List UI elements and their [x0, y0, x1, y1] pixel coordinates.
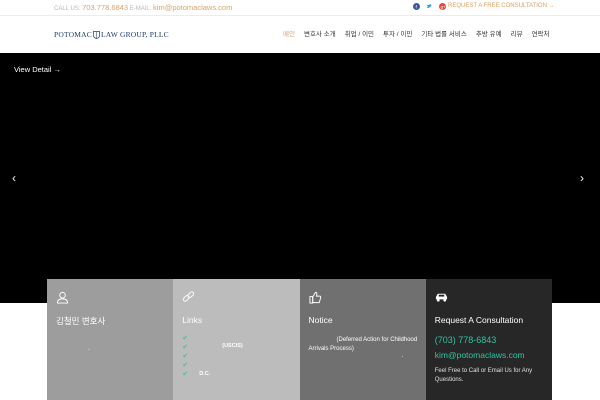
dc-link[interactable]: D.C. [199, 371, 210, 377]
nav-item-home[interactable]: 메인 [283, 28, 295, 38]
attorney-card[interactable]: 김철민 변호사 . [47, 279, 174, 400]
attorney-card-title: 김철민 변호사 [56, 316, 106, 326]
nav-item-employment-immigration[interactable]: 취업 / 이민 [345, 28, 374, 38]
car-icon [435, 293, 447, 302]
link-icon [183, 291, 195, 302]
user-icon [56, 291, 69, 304]
nav-item-contact[interactable]: 연락처 [532, 28, 550, 38]
nav-item-reviews[interactable]: 리뷰 [511, 28, 523, 38]
thumbs-up-icon [308, 291, 321, 304]
check-icon: ✔ [182, 353, 189, 360]
main-nav: 메인 변호사 소개 취업 / 이민 투자 / 이민 기타 법률 서비스 추방 유… [283, 28, 550, 38]
attorney-card-text: . [88, 345, 90, 352]
twitter-icon[interactable] [426, 3, 433, 10]
facebook-icon[interactable]: f [413, 3, 420, 10]
hero-slider: View Detail → ‹ › [0, 53, 600, 303]
free-consultation-link[interactable]: REQUEST A FREE CONSULTATION → [448, 3, 555, 9]
uscis-link[interactable]: (USCIS) [222, 343, 242, 349]
logo-text-right: LAW GROUP, PLLC [100, 30, 169, 39]
call-label: CALL US: [54, 6, 81, 12]
consultation-card[interactable]: Request A Consultation (703) 778-6843 ki… [425, 279, 552, 400]
shield-icon [93, 30, 100, 39]
notice-card-text: . [401, 353, 404, 359]
check-icon: ✔ [182, 344, 189, 351]
site-header: POTOMAC LAW GROUP, PLLC 메인 변호사 소개 취업 / 이… [0, 16, 600, 53]
site-logo[interactable]: POTOMAC LAW GROUP, PLLC [54, 30, 169, 39]
notice-card[interactable]: Notice (Deferred Action for Childhood Ar… [299, 279, 426, 400]
nav-item-investment-immigration[interactable]: 투자 / 이민 [383, 28, 412, 38]
nav-item-other-services[interactable]: 기타 법률 서비스 [421, 28, 466, 38]
consultation-card-title: Request A Consultation [434, 315, 524, 325]
topbar-phone[interactable]: 703.778.6843 [82, 3, 128, 12]
social-links: f g+ [413, 3, 446, 10]
links-list: ✔ ✔ ✔ ✔ ✔ [182, 335, 188, 379]
check-icon: ✔ [182, 335, 189, 342]
notice-card-title: Notice [308, 315, 333, 325]
consultation-email[interactable]: kim@potomaclaws.com [435, 350, 525, 360]
daca-notice-text: (Deferred Action for Childhood Arrivals … [308, 337, 418, 352]
links-card-title: Links [182, 315, 203, 325]
consultation-phone[interactable]: (703) 778-6843 [435, 335, 497, 345]
top-bar: CALL US: 703.778.6843 E-MAIL: kim@potoma… [0, 0, 600, 16]
slider-next-arrow[interactable]: › [580, 171, 584, 185]
check-icon: ✔ [182, 362, 189, 369]
svg-text:g+: g+ [441, 4, 446, 9]
logo-text-left: POTOMAC [54, 30, 92, 39]
nav-item-deferred-action[interactable]: 추방 유예 [476, 28, 502, 38]
nav-item-about[interactable]: 변호사 소개 [304, 28, 336, 38]
view-detail-link[interactable]: View Detail → [14, 65, 61, 74]
links-card[interactable]: Links ✔ ✔ ✔ ✔ ✔ (USCIS) D.C. [173, 279, 300, 400]
email-label: E-MAIL: [129, 6, 152, 12]
check-icon: ✔ [182, 371, 189, 378]
topbar-email[interactable]: kim@potomaclaws.com [153, 3, 232, 12]
consultation-note: Feel Free to Call or Email Us for Any Qu… [434, 368, 533, 383]
slider-prev-arrow[interactable]: ‹ [12, 171, 16, 185]
google-plus-icon[interactable]: g+ [439, 3, 446, 10]
feature-cards: 김철민 변호사 . Links ✔ ✔ ✔ ✔ ✔ (USCIS) D.C. N… [47, 279, 552, 400]
topbar-contact: CALL US: 703.778.6843 E-MAIL: kim@potoma… [54, 3, 232, 12]
